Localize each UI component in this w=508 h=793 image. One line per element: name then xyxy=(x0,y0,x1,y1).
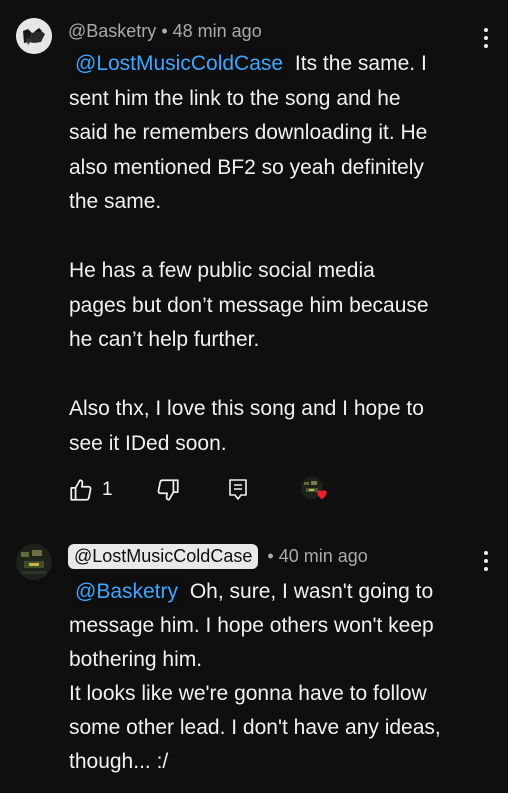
comment-time[interactable]: 48 min ago xyxy=(173,21,262,41)
comment-line: Also thx, I love this song and I hope to xyxy=(69,397,424,420)
comment-line: Its the same. I xyxy=(289,52,427,75)
comment-line: message him. I hope others won't keep xyxy=(69,614,434,637)
meta-separator: • xyxy=(161,21,168,41)
comment: @LostMusicColdCase • 40 min ago @Basketr… xyxy=(0,520,508,793)
thumbs-down-icon xyxy=(157,479,179,501)
comment-line: though... :/ xyxy=(69,750,169,773)
comment-meta: @LostMusicColdCase • 40 min ago xyxy=(68,544,368,569)
like-button[interactable]: 1 xyxy=(68,477,113,503)
comment-line: pages but don’t message him because xyxy=(69,293,429,317)
more-options-button[interactable] xyxy=(478,547,494,575)
more-vert-icon xyxy=(484,551,488,555)
more-vert-icon xyxy=(484,28,488,32)
comment-author[interactable]: @Basketry xyxy=(68,21,156,41)
reply-icon xyxy=(228,479,247,500)
comment-line: also mentioned BF2 so yeah definitely xyxy=(69,155,424,179)
comment-line: the same. xyxy=(69,190,162,213)
creator-heart-badge xyxy=(300,477,331,503)
comment-line: bothering him. xyxy=(69,648,203,671)
creator-handle-chip[interactable]: @LostMusicColdCase xyxy=(68,544,259,569)
comment-meta: @Basketry • 48 min ago xyxy=(68,21,262,42)
lostmusic-avatar-icon xyxy=(16,544,52,580)
avatar[interactable] xyxy=(16,18,52,54)
comment-text: @Basketry Oh, sure, I wasn't going to me… xyxy=(69,575,489,779)
comment-line: see it IDed soon. xyxy=(69,431,227,455)
comment-time[interactable]: 40 min ago xyxy=(279,546,368,566)
comment-line: Oh, sure, I wasn't going to xyxy=(184,580,434,603)
creator-heart-icon xyxy=(316,490,327,500)
comment-line: said he remembers downloading it. He xyxy=(69,121,428,144)
reply-button[interactable] xyxy=(227,477,249,503)
comment-line: sent him the link to the song and he xyxy=(69,86,401,110)
comment-actions: 1 xyxy=(68,475,331,505)
comment-text: @LostMusicColdCase Its the same. I sent … xyxy=(69,47,489,461)
basketry-avatar-icon xyxy=(16,18,52,54)
mention-link[interactable]: @LostMusicColdCase xyxy=(69,47,290,82)
comment-line: He has a few public social media xyxy=(69,259,375,282)
comment-line: some other lead. I don't have any ideas, xyxy=(69,716,441,739)
comment-line: he can’t help further. xyxy=(69,328,260,351)
dislike-button[interactable] xyxy=(155,477,181,503)
thumbs-up-icon xyxy=(70,479,92,501)
like-count: 1 xyxy=(102,479,113,500)
avatar[interactable] xyxy=(16,544,52,580)
meta-separator: • xyxy=(267,546,274,566)
comment-line: It looks like we're gonna have to follow xyxy=(69,682,427,705)
mention-link[interactable]: @Basketry xyxy=(69,575,185,609)
comment: @Basketry • 48 min ago @LostMusicColdCas… xyxy=(0,0,508,520)
